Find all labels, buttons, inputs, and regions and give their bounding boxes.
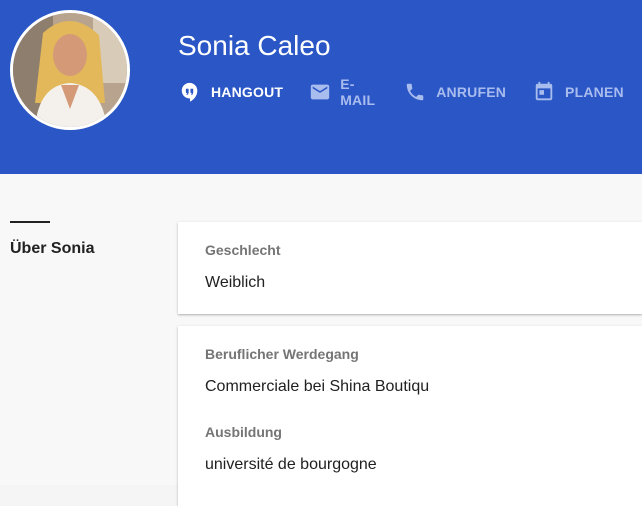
hangout-label: HANGOUT — [211, 84, 284, 100]
hangout-quote-icon — [178, 80, 202, 104]
gender-label: Geschlecht — [205, 242, 281, 258]
calendar-icon — [532, 80, 556, 104]
schedule-button[interactable]: PLANEN — [532, 80, 624, 104]
profile-header: Sonia Caleo HANGOUT E-MAIL ANRUFEN PLANE… — [0, 0, 642, 174]
email-label: E-MAIL — [340, 76, 376, 108]
hangout-button[interactable]: HANGOUT — [178, 80, 283, 104]
email-icon — [309, 80, 331, 104]
contact-actions: HANGOUT E-MAIL ANRUFEN PLANEN — [178, 76, 642, 108]
gender-value: Weiblich — [205, 274, 266, 291]
avatar-photo — [13, 13, 127, 127]
profile-name: Sonia Caleo — [178, 30, 331, 61]
career-value: Commerciale bei Shina Boutiqu — [205, 378, 430, 395]
call-label: ANRUFEN — [436, 84, 507, 100]
career-label: Beruflicher Werdegang — [205, 346, 359, 362]
section-title: Über Sonia — [10, 240, 95, 257]
schedule-label: PLANEN — [565, 84, 624, 100]
info-card-gender: Geschlecht Weiblich — [178, 222, 642, 314]
info-card-career: Beruflicher Werdegang Commerciale bei Sh… — [178, 326, 642, 506]
profile-content: Über Sonia Geschlecht Weiblich Beruflich… — [0, 174, 642, 506]
email-button[interactable]: E-MAIL — [309, 76, 377, 108]
call-button[interactable]: ANRUFEN — [403, 80, 506, 104]
education-label: Ausbildung — [205, 424, 282, 440]
section-divider — [10, 221, 50, 223]
phone-icon — [403, 80, 427, 104]
avatar[interactable] — [10, 10, 130, 130]
education-value: université de bourgogne — [205, 456, 377, 473]
